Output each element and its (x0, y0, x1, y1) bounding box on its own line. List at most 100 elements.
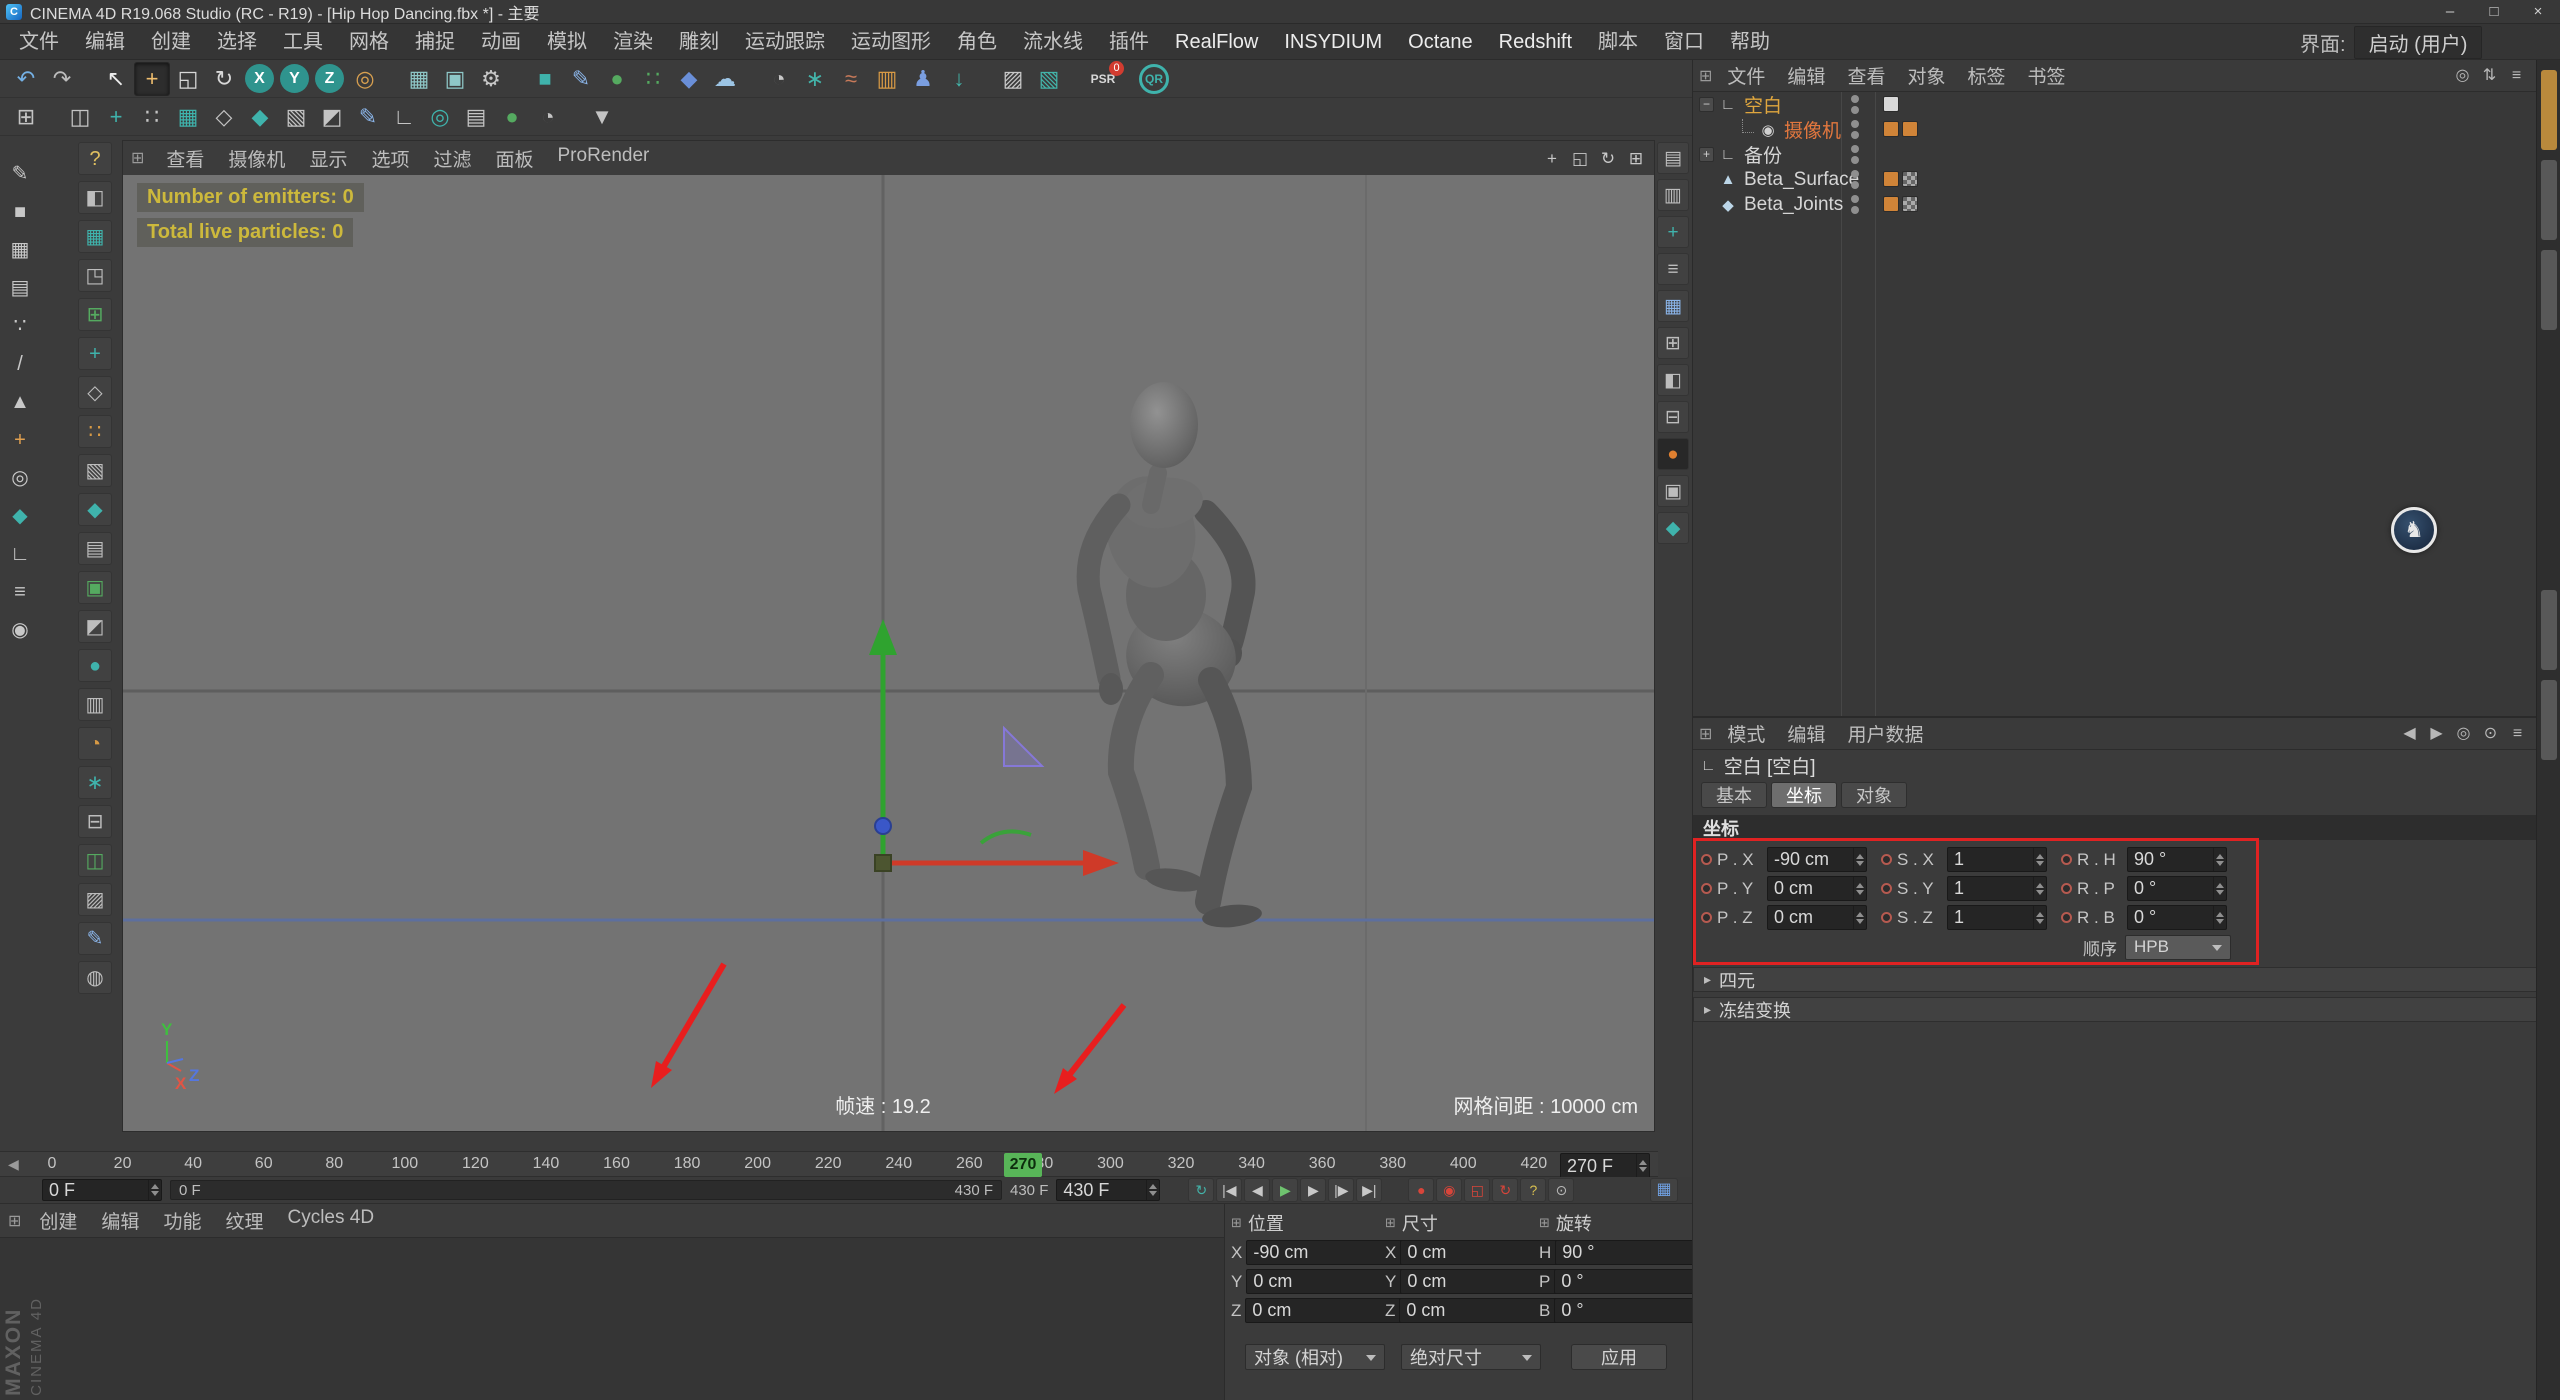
goto-end-icon[interactable]: ▶| (1356, 1178, 1383, 1202)
rotation-order-dropdown[interactable]: HPB (2125, 934, 2231, 960)
field-spinner[interactable] (1853, 848, 1866, 871)
layout-tab[interactable] (2540, 160, 2557, 240)
sort-icon[interactable]: ⇅ (2476, 63, 2503, 89)
object-tag[interactable] (1902, 196, 1918, 212)
enable-snap-icon[interactable]: ● (494, 100, 530, 134)
viewport-menu-item[interactable]: 显示 (297, 145, 359, 172)
palette-tool-icon[interactable]: ◧ (78, 181, 112, 214)
axis-mode-icon[interactable]: + (4, 424, 36, 456)
field-spinner[interactable] (2213, 906, 2226, 929)
field-spinner[interactable] (2213, 877, 2226, 900)
loop-mode-icon[interactable]: ↻ (1188, 1178, 1215, 1202)
material-menu-item[interactable]: 纹理 (213, 1207, 275, 1234)
axis-snap-icon[interactable]: ◎ (422, 100, 458, 134)
render-queue-icon[interactable]: ● (1657, 438, 1689, 470)
scale-tool-icon[interactable]: ◱ (170, 62, 206, 96)
keyframe-dot[interactable] (2061, 883, 2072, 894)
material-menu-item[interactable]: Cycles 4D (275, 1207, 386, 1234)
texture-mode-icon[interactable]: ▦ (4, 234, 36, 266)
back-arrow-icon[interactable]: ◀ (2396, 721, 2423, 747)
points-mode-icon[interactable]: ∵ (4, 310, 36, 342)
next-frame-icon[interactable]: ▶ (1300, 1178, 1327, 1202)
y-axis-lock-icon[interactable]: Y (280, 64, 309, 93)
palette-tool-icon[interactable]: ⊟ (78, 805, 112, 838)
palette-tool-icon[interactable]: ✎ (78, 922, 112, 955)
object-label[interactable]: Beta_Surface (1744, 169, 1859, 191)
object-manager-menu-item[interactable]: 文件 (1716, 62, 1776, 89)
workplane-icon[interactable]: ▤ (458, 100, 494, 134)
object-tag[interactable] (1902, 171, 1918, 187)
edges-mode-icon[interactable]: / (4, 348, 36, 380)
keyframe-dot[interactable] (1701, 883, 1712, 894)
menu-item[interactable]: 流水线 (1010, 24, 1096, 60)
layout-tab[interactable] (2540, 680, 2557, 760)
panel-palette-icon[interactable]: ◆ (1657, 512, 1689, 544)
viewport-canvas[interactable]: Y X Z Number of emitters: 0 Total live p… (123, 175, 1654, 1131)
position-mode-dropdown[interactable]: 对象 (相对) (1245, 1344, 1385, 1370)
visibility-dots[interactable] (1851, 95, 1859, 114)
current-frame-field[interactable] (1560, 1153, 1650, 1179)
palette-tool-icon[interactable]: ◫ (78, 844, 112, 877)
palette-tool-icon[interactable]: ▥ (78, 688, 112, 721)
view-toggle-icon[interactable]: ⊞ (1622, 145, 1650, 171)
sketch-tool-icon[interactable]: ✎ (350, 100, 386, 134)
record-rotation-icon[interactable]: ↻ (1492, 1178, 1519, 1202)
rotation-attr-field[interactable] (2127, 876, 2227, 901)
character-icon[interactable]: ♟ (905, 62, 941, 96)
palette-tool-icon[interactable]: ◆ (78, 493, 112, 526)
filter-menu-icon[interactable]: ≡ (2503, 63, 2530, 89)
snap-mode-icon[interactable]: ◆ (4, 500, 36, 532)
palette-tool-icon[interactable]: ▦ (78, 220, 112, 253)
model-mode-icon[interactable]: ■ (4, 196, 36, 228)
render-settings-icon[interactable]: ⚙ (473, 62, 509, 96)
menu-item[interactable]: 选择 (204, 24, 270, 60)
keyframe-dot[interactable] (2061, 854, 2072, 865)
size-mode-dropdown[interactable]: 绝对尺寸 (1401, 1344, 1541, 1370)
move-gizmo[interactable] (869, 619, 1119, 876)
apply-button[interactable]: 应用 (1571, 1344, 1667, 1370)
field-spinner[interactable] (2033, 848, 2046, 871)
dynamics-icon[interactable]: ≈ (833, 62, 869, 96)
panel-palette-icon[interactable]: + (1657, 216, 1689, 248)
polygons-mode-icon[interactable]: ▲ (4, 386, 36, 418)
scale-attr-field[interactable] (1947, 876, 2047, 901)
spline-pen-icon[interactable]: ✎ (563, 62, 599, 96)
menu-item[interactable]: 雕刻 (666, 24, 732, 60)
qr-button[interactable]: QR (1139, 63, 1169, 94)
scale-attr-field[interactable] (1947, 847, 2047, 872)
object-tag[interactable] (1883, 196, 1899, 212)
panel-grip-icon[interactable]: ⊞ (8, 1211, 21, 1231)
position-attr-field[interactable] (1767, 905, 1867, 930)
character-model[interactable] (1076, 382, 1263, 930)
point-level-animation-icon[interactable]: ⊙ (1548, 1178, 1575, 1202)
make-editable-mode-icon[interactable]: ✎ (4, 158, 36, 190)
previous-frame-icon[interactable]: ◀ (1244, 1178, 1271, 1202)
workplane-lock-icon[interactable]: ∟ (4, 538, 36, 570)
keyframe-dot[interactable] (1701, 854, 1712, 865)
range-start-spinner[interactable] (148, 1180, 161, 1200)
menu-item[interactable]: 文件 (6, 24, 72, 60)
psr-reset-button[interactable]: PSR 0 (1085, 60, 1124, 96)
object-label[interactable]: 空白 (1744, 92, 1782, 118)
subdivision-surface-icon[interactable]: ● (599, 62, 635, 96)
ik-handle[interactable] (979, 725, 1045, 845)
rotate-tool-icon[interactable]: ↻ (206, 62, 242, 96)
palette-tool-icon[interactable]: ◍ (78, 961, 112, 994)
menu-item[interactable]: Octane (1395, 24, 1485, 60)
help-icon[interactable]: ? (78, 142, 112, 175)
render-picture-viewer-icon[interactable]: ▣ (437, 62, 473, 96)
redo-icon[interactable]: ↷ (44, 62, 80, 96)
object-tag[interactable] (1902, 121, 1918, 137)
object-manager-menu-item[interactable]: 书签 (2016, 62, 2076, 89)
palette-tool-icon[interactable]: ◳ (78, 259, 112, 292)
plugin-badge-icon[interactable]: ♞ (2391, 507, 2437, 553)
menu-item[interactable]: 渲染 (600, 24, 666, 60)
maximize-button[interactable]: □ (2472, 0, 2516, 23)
menu-item[interactable]: 窗口 (1651, 24, 1717, 60)
menu-item[interactable]: 运动跟踪 (732, 24, 838, 60)
array-generator-icon[interactable]: ∷ (635, 62, 671, 96)
object-row[interactable]: ◆ Beta_Joints (1693, 192, 2537, 217)
camera-zoom-icon[interactable]: ◱ (1566, 145, 1594, 171)
keyframe-dot[interactable] (1701, 912, 1712, 923)
object-manager-menu-item[interactable]: 编辑 (1776, 62, 1836, 89)
